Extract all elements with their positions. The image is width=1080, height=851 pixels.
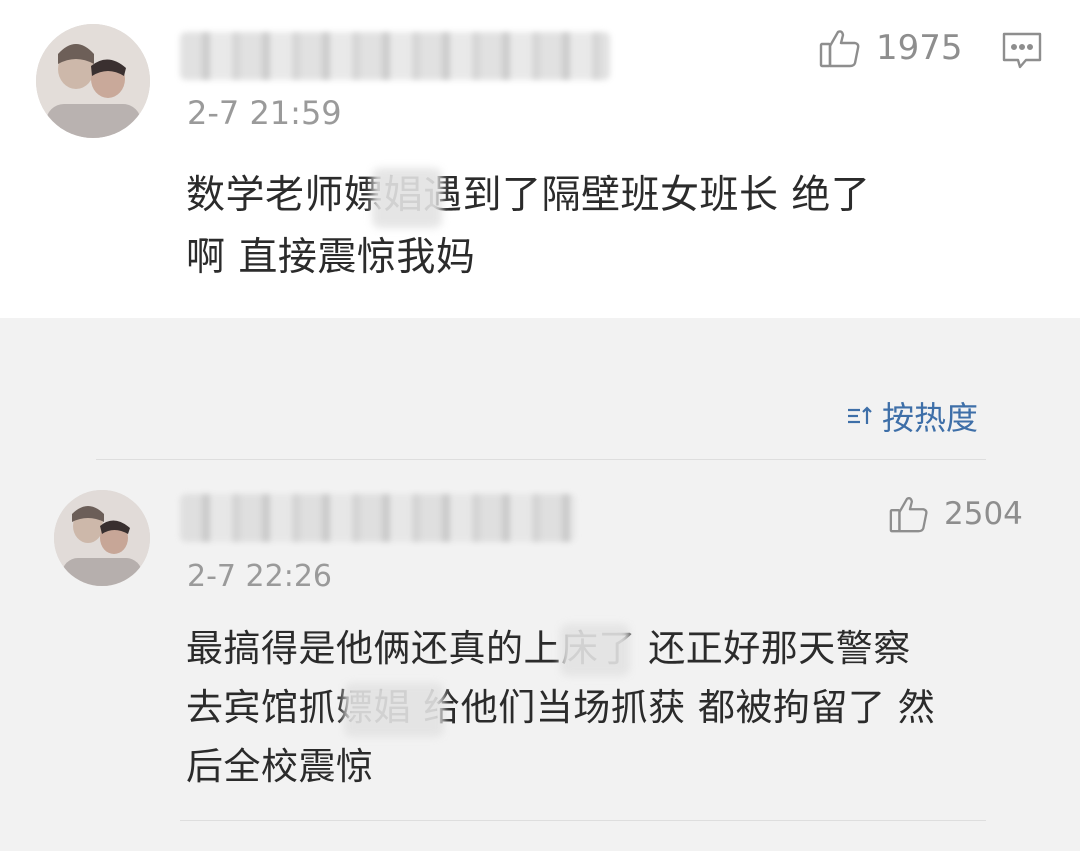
sort-icon bbox=[848, 406, 872, 424]
redaction-smudge bbox=[560, 624, 630, 676]
comment-timestamp: 2-7 22:26 bbox=[187, 559, 332, 594]
sort-by-hot-button[interactable]: 按热度 bbox=[846, 393, 978, 439]
reply-button[interactable] bbox=[1000, 28, 1044, 76]
divider bbox=[180, 820, 986, 821]
comment-card-top: 1975 2-7 21:59 数学老师嫖娼遇到了隔壁班女班长 绝了 啊 直接震惊… bbox=[0, 0, 1080, 318]
comment-icon bbox=[1002, 32, 1042, 69]
sort-label: 按热度 bbox=[882, 399, 979, 437]
comment-text-line: 后全校震惊 bbox=[186, 745, 374, 788]
thumbs-up-icon bbox=[819, 30, 860, 68]
like-button[interactable]: 2504 bbox=[888, 493, 1023, 535]
comment-text-line: 啊 直接震惊我妈 bbox=[186, 235, 476, 280]
divider bbox=[96, 459, 986, 460]
username-redacted bbox=[180, 32, 610, 80]
like-count: 2504 bbox=[944, 496, 1023, 532]
avatar[interactable] bbox=[54, 490, 150, 586]
comment-text-line: 去宾馆抓嫖娼 给他们当场抓获 都被拘留了 然 bbox=[186, 686, 936, 729]
redaction-smudge bbox=[344, 683, 444, 737]
comment-text: 数学老师嫖娼遇到了隔壁班女班长 绝了 啊 直接震惊我妈 bbox=[186, 165, 1046, 289]
like-count: 1975 bbox=[876, 28, 963, 68]
like-button[interactable]: 1975 bbox=[818, 26, 963, 70]
username-redacted bbox=[180, 494, 576, 542]
thumbs-up-icon bbox=[889, 497, 928, 533]
comment-timestamp: 2-7 21:59 bbox=[187, 94, 342, 132]
redaction-smudge bbox=[372, 168, 442, 228]
comment-text-line: 数学老师嫖娼遇到了隔壁班女班长 绝了 bbox=[186, 173, 871, 218]
avatar[interactable] bbox=[36, 24, 150, 138]
